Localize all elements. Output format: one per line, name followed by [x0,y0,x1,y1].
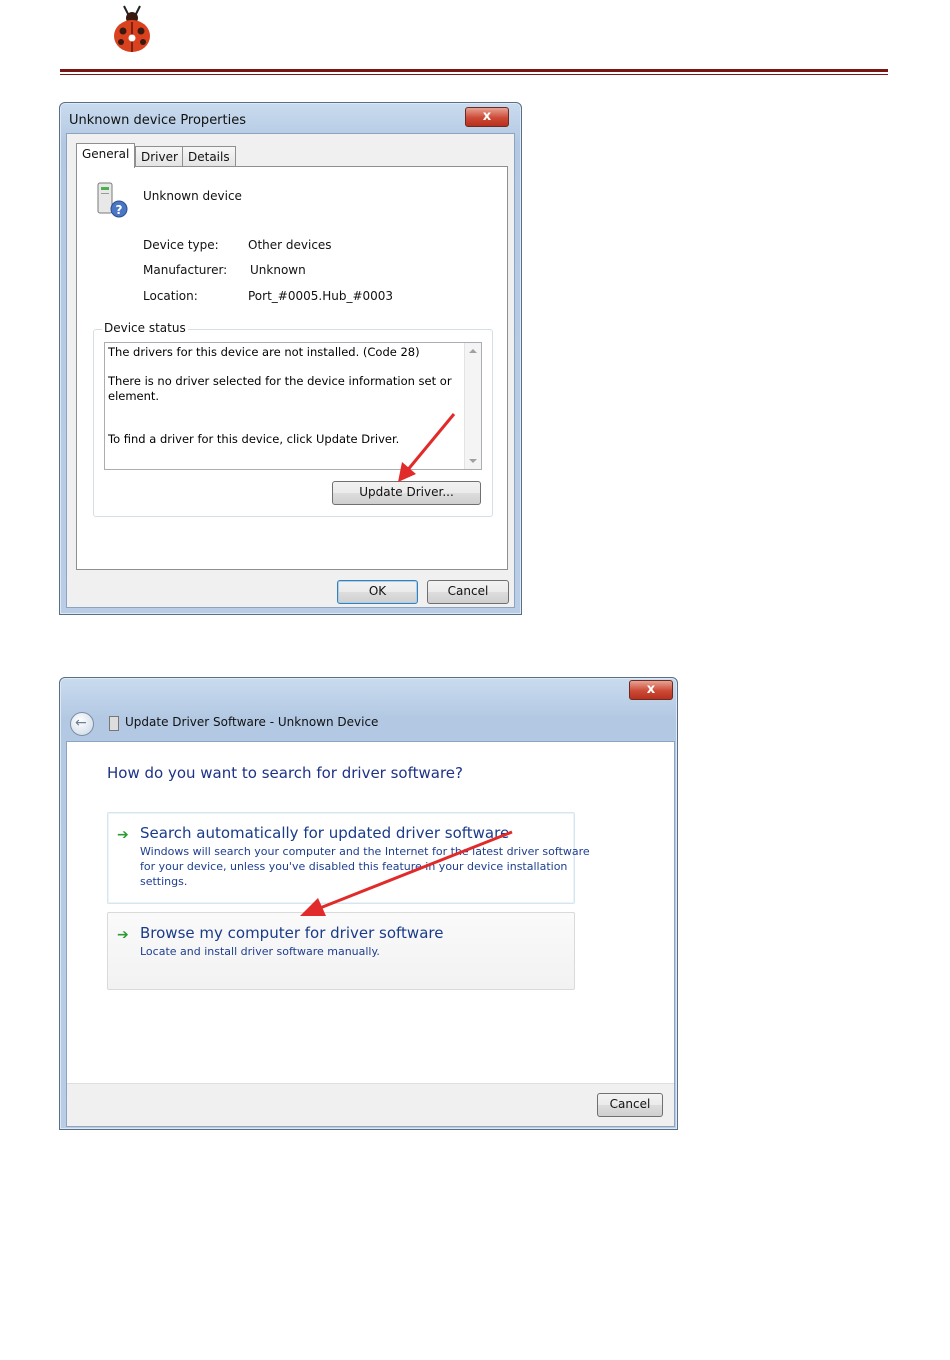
scroll-down-icon[interactable] [469,459,477,463]
device-status-title: Device status [102,321,188,335]
dialog-footer: Cancel [67,1083,674,1126]
device-small-icon [109,716,119,731]
green-arrow-icon: ➔ [117,927,129,943]
dialog-client-area: How do you want to search for driver sof… [66,741,675,1127]
tab-details[interactable]: Details [182,146,236,167]
option-title: Browse my computer for driver software [140,924,444,942]
close-button[interactable]: x [629,680,673,700]
status-line: There is no driver selected for the devi… [108,374,452,388]
unknown-device-icon: ? [97,182,128,218]
option-description: Locate and install driver software manua… [140,945,380,958]
header-rule-thin [60,74,888,75]
device-type-value: Other devices [248,238,332,252]
ok-button[interactable]: OK [337,580,418,604]
device-properties-dialog: Unknown device Properties x General Driv… [59,102,522,615]
option-description: settings. [140,875,188,888]
green-arrow-icon: ➔ [117,827,129,843]
status-line: To find a driver for this device, click … [108,432,400,446]
close-button[interactable]: x [465,107,509,127]
page-heading: How do you want to search for driver sof… [107,764,463,782]
status-scrollbar[interactable] [464,343,481,469]
manufacturer-label: Manufacturer: [143,263,228,277]
device-type-label: Device type: [143,238,219,252]
dialog-client-area: General Driver Details ? Unknown device … [66,133,515,608]
dialog-title: Unknown device Properties [69,113,247,128]
cancel-button[interactable]: Cancel [427,580,509,604]
annotation-arrow-icon [398,413,456,482]
tab-general[interactable]: General [76,143,136,168]
ladybug-logo-icon [114,5,150,52]
dialog-title: Update Driver Software - Unknown Device [125,715,379,729]
back-arrow-icon: ← [75,715,87,731]
tab-driver[interactable]: Driver [135,146,184,167]
annotation-arrow-icon [300,830,513,916]
cancel-button[interactable]: Cancel [597,1093,663,1117]
general-tab-panel: ? Unknown device Device type: Other devi… [76,166,508,570]
status-line: The drivers for this device are not inst… [108,345,420,359]
manufacturer-value: Unknown [250,263,306,277]
scroll-up-icon[interactable] [469,349,477,353]
location-value: Port_#0005.Hub_#0003 [248,289,394,303]
svg-text:?: ? [116,203,123,217]
back-button[interactable]: ← [70,712,94,736]
browse-computer-option[interactable]: ➔ Browse my computer for driver software… [107,912,575,990]
header-rule [60,69,888,72]
status-line: element. [108,389,160,403]
device-name: Unknown device [143,189,242,203]
location-label: Location: [143,289,198,303]
